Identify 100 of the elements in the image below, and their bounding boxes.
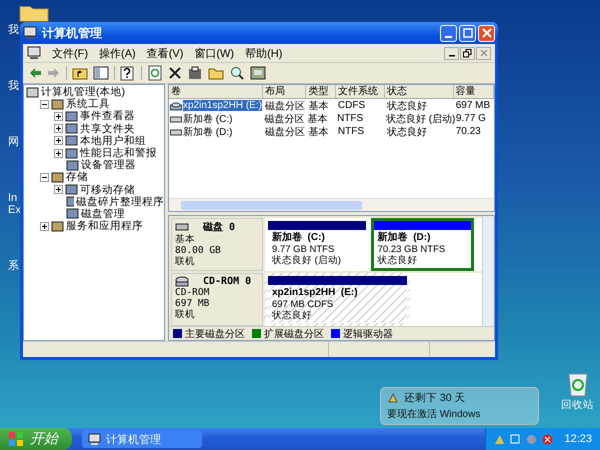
collapse-toggle[interactable] (40, 172, 49, 182)
tree-item[interactable]: 共享文件夹 (80, 122, 135, 136)
table-cell-text: NTFS (336, 113, 364, 124)
windows-logo-icon (8, 431, 24, 447)
column-header[interactable]: 文件系统 (336, 85, 386, 98)
disk-size: 80.00 GB (175, 245, 222, 256)
close-icon (482, 28, 492, 38)
menu-item[interactable]: 窗口(W) (194, 46, 234, 60)
tree-item[interactable]: 事件查看器 (80, 109, 135, 124)
partition-name: 新加卷 (C:) (272, 232, 326, 244)
collapse-toggle[interactable] (40, 100, 49, 109)
menu-item[interactable]: 查看(V) (146, 46, 184, 60)
desktop-icon-label[interactable]: 我 (8, 24, 21, 36)
pane-toggle-icon[interactable] (93, 65, 109, 81)
back-arrow-icon[interactable] (28, 66, 42, 80)
partition-status: 状态良好 (272, 310, 313, 321)
desktop-icon-label[interactable]: In Ex (8, 192, 21, 216)
window-title: 计算机管理 (42, 24, 103, 42)
legend-label: 主要磁盘分区 (185, 328, 245, 340)
tree-item[interactable]: 系统工具 (66, 97, 110, 112)
tree-node-icon (51, 98, 64, 111)
table-cell-text: 状态良好 (386, 126, 428, 138)
tree-node-icon (65, 134, 78, 148)
properties-icon[interactable] (187, 65, 203, 81)
column-header[interactable]: 容量 (454, 85, 494, 98)
expand-toggle[interactable] (54, 124, 63, 134)
table-cell-text: NTFS (336, 126, 366, 137)
disk-status: 联机 (175, 256, 196, 267)
column-header[interactable]: 布局 (263, 85, 306, 98)
drive-icon (170, 114, 182, 124)
shield-icon[interactable] (542, 434, 554, 444)
table-cell-text: 基本 (307, 126, 330, 138)
tree-node-icon (65, 146, 78, 160)
desktop-icon-label[interactable]: 系 (8, 260, 21, 272)
minimize-button[interactable] (444, 46, 459, 60)
table-cell-text: 基本 (306, 112, 329, 126)
desktop-icon-label[interactable]: 网 (8, 136, 21, 148)
menu-item[interactable]: 操作(A) (99, 46, 136, 60)
magnifier-icon[interactable] (229, 65, 245, 81)
close-icon (480, 49, 488, 57)
horizontal-scrollbar[interactable] (169, 198, 494, 211)
tree-node-icon (26, 86, 39, 99)
table-cell-text: CDFS (336, 100, 366, 111)
tree-node-icon (66, 158, 79, 172)
column-header[interactable]: 类型 (306, 85, 336, 98)
tree-item[interactable]: 可移动存储 (80, 182, 135, 197)
network-icon[interactable] (510, 434, 522, 444)
disk-type: 基本 (175, 234, 196, 245)
computer-icon (27, 46, 41, 60)
partition-block[interactable]: xp2in1sp2HH (E:) 697 MB CDFS 状态良好 (265, 273, 410, 326)
disk-name: 磁盘 0 (203, 220, 236, 234)
tree-node-icon (65, 122, 78, 136)
restore-button[interactable] (460, 46, 475, 60)
expand-toggle[interactable] (54, 185, 63, 194)
table-cell[interactable]: xp2in1sp2HH (E:) (183, 100, 262, 111)
vertical-scrollbar[interactable] (482, 216, 494, 326)
clock: 12:23 (564, 433, 592, 445)
table-cell-text: 9.77 G (455, 113, 487, 124)
tree-node-icon (51, 170, 64, 184)
help-icon[interactable] (120, 65, 136, 81)
tree-item[interactable]: 性能日志和警报 (80, 146, 157, 160)
table-cell[interactable]: 新加卷 (D:) (183, 124, 232, 138)
tree-item[interactable]: 本地用户和组 (80, 134, 146, 148)
table-cell-text: 磁盘分区 (264, 126, 306, 138)
tree-item[interactable]: 设备管理器 (81, 158, 136, 172)
drive-icon (170, 126, 182, 136)
column-header[interactable]: 状态 (385, 85, 454, 98)
disk-type: CD-ROM (175, 287, 210, 298)
tree-item[interactable]: 存储 (66, 170, 88, 184)
table-cell[interactable]: 新加卷 (C:) (183, 112, 232, 126)
table-cell-text: 70.23 (454, 126, 482, 137)
tree-item[interactable]: 计算机管理(本地) (41, 85, 125, 100)
taskbar-button[interactable]: 计算机管理 (82, 430, 202, 448)
tree-item[interactable]: 服务和应用程序 (66, 219, 143, 234)
menu-item[interactable]: 文件(F) (52, 46, 88, 60)
cd-drive-icon (175, 275, 189, 287)
refresh-icon[interactable] (147, 65, 163, 81)
disk-name: CD-ROM 0 (203, 276, 252, 286)
tree-item[interactable]: 磁盘管理 (81, 206, 125, 221)
expand-toggle[interactable] (40, 222, 49, 231)
maximize-button[interactable] (459, 24, 476, 42)
partition-info: 70.23 GB NTFS (378, 244, 446, 255)
table-cell-text: 697 MB (454, 100, 492, 111)
table-cell-text: 磁盘分区 (264, 100, 306, 112)
column-header[interactable]: 卷 (169, 85, 264, 98)
maximize-icon (462, 28, 472, 38)
expand-toggle[interactable] (54, 148, 63, 158)
delete-icon[interactable] (168, 66, 182, 80)
partition-status: 状态良好 (启动) (272, 255, 342, 266)
expand-toggle[interactable] (54, 112, 63, 121)
tree-item[interactable]: 磁盘碎片整理程序 (76, 194, 164, 209)
partition-info: 697 MB CDFS (272, 299, 334, 310)
partition-block[interactable]: 新加卷 (D:) 70.23 GB NTFS 状态良好 (370, 218, 474, 271)
restore-icon (463, 48, 472, 58)
legend-label: 扩展磁盘分区 (264, 328, 324, 340)
menu-item[interactable]: 帮助(H) (245, 46, 282, 60)
expand-toggle[interactable] (54, 136, 63, 146)
table-cell-text: 状态良好 (启动) (384, 112, 454, 126)
legend-label: 逻辑驱动器 (343, 328, 393, 340)
desktop-icon-label[interactable]: 我 (8, 80, 21, 92)
